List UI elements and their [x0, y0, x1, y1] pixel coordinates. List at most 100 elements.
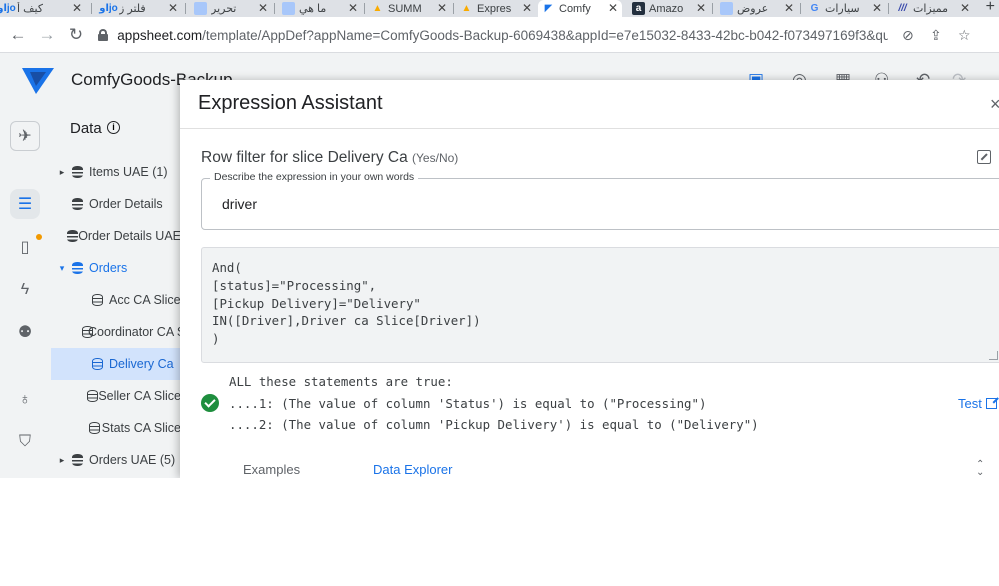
close-icon[interactable]: ✕: [348, 1, 358, 15]
drive-icon: ▲: [372, 3, 383, 14]
close-icon[interactable]: ✕: [72, 1, 82, 15]
lightbulb-icon[interactable]: ♁: [10, 385, 40, 415]
tab-title: فلتر ز: [119, 3, 146, 15]
close-icon[interactable]: ×: [990, 94, 999, 115]
browser-tab-active[interactable]: ◤ Comfy ✕: [538, 0, 622, 17]
describe-expression-input[interactable]: [222, 196, 999, 212]
tab-examples[interactable]: Examples: [243, 462, 300, 477]
star-icon[interactable]: ☆: [958, 27, 971, 44]
slice-item-delivery-ca[interactable]: Delivery Ca: [51, 348, 181, 380]
browser-tab-3[interactable]: تحرير ✕: [190, 0, 272, 17]
slice-icon: [92, 294, 103, 306]
security-shield-icon[interactable]: ⛉: [10, 427, 40, 457]
amazon-icon: a: [632, 2, 645, 15]
tab-title: كيف أ: [17, 3, 44, 15]
browser-tab-8[interactable]: a Amazo ✕: [628, 0, 710, 17]
tab-title: عروض: [737, 3, 769, 15]
data-item-orders[interactable]: ▾ Orders: [51, 252, 181, 284]
data-item-items-uae[interactable]: ▸ Items UAE (1): [51, 156, 181, 188]
slice-item-coordinator-ca[interactable]: Coordinator CA Slice: [51, 316, 181, 348]
reload-icon[interactable]: ↻: [66, 25, 86, 45]
automation-bolt-icon[interactable]: ϟ: [10, 275, 40, 305]
doc-icon: [282, 2, 295, 15]
test-link[interactable]: Test: [958, 396, 997, 411]
close-icon[interactable]: ✕: [258, 1, 268, 15]
data-item-orders-uae[interactable]: ▸ Orders UAE (5): [51, 444, 181, 476]
eye-off-icon[interactable]: ⊘: [902, 27, 914, 44]
collapse-chevrons-icon[interactable]: ⌃ ⌄: [976, 460, 984, 478]
rocket-icon[interactable]: ✈: [10, 121, 40, 151]
slice-item-seller-ca[interactable]: Seller CA Slice: [51, 380, 181, 412]
notification-dot: [36, 234, 42, 240]
slice-item-stats-ca[interactable]: Stats CA Slice: [51, 412, 181, 444]
expression-editor[interactable]: And( [status]="Processing", [Pickup Deli…: [201, 247, 999, 363]
data-item-order-details[interactable]: Order Details: [51, 188, 181, 220]
close-icon[interactable]: ✕: [168, 1, 178, 15]
back-arrow-icon[interactable]: ←: [8, 25, 28, 45]
tab-favicon-icon: اوjo: [99, 3, 118, 14]
tab-title: ما هي: [299, 3, 327, 15]
type-hint: (Yes/No): [412, 151, 459, 165]
slice-item-acc-ca[interactable]: Acc CA Slice: [51, 284, 181, 316]
check-circle-icon: [201, 394, 219, 412]
tab-title: Comfy: [559, 2, 591, 15]
database-icon: [72, 166, 83, 178]
slice-item-label: Seller CA Slice: [98, 389, 181, 403]
result-statement: ....1: (The value of column 'Status') is…: [229, 396, 707, 411]
doc-icon: [194, 2, 207, 15]
close-icon[interactable]: ✕: [960, 1, 970, 15]
bot-icon[interactable]: ⚉: [10, 317, 40, 347]
browser-tab-4[interactable]: ما هي ✕: [278, 0, 362, 17]
url-text: appsheet.com/template/AppDef?appName=Com…: [117, 28, 888, 43]
resize-handle[interactable]: [989, 351, 998, 360]
slice-icon: [88, 422, 100, 434]
caret-down-icon[interactable]: ▾: [57, 263, 67, 274]
expression-code[interactable]: And( [status]="Processing", [Pickup Deli…: [212, 259, 481, 348]
tab-title: سيارات: [825, 3, 860, 15]
test-label: Test: [958, 396, 982, 411]
url-path: /template/AppDef?appName=ComfyGoods-Back…: [202, 27, 888, 43]
forward-arrow-icon[interactable]: →: [37, 25, 57, 45]
browser-tab-2[interactable]: اوjo فلتر ز ✕: [98, 0, 182, 17]
data-panel-title: Data: [70, 120, 102, 137]
data-item-label: Items UAE (1): [89, 165, 168, 179]
row-filter-label: Row filter for slice Delivery Ca (Yes/No…: [201, 149, 458, 167]
browser-toolbar: ← → ↻ appsheet.com/template/AppDef?appNa…: [0, 17, 999, 53]
close-icon[interactable]: ✕: [522, 1, 532, 15]
slice-item-label: Acc CA Slice: [109, 293, 181, 307]
tab-data-explorer[interactable]: Data Explorer: [373, 462, 452, 477]
new-tab-icon[interactable]: +: [986, 0, 995, 16]
url-host: appsheet.com: [117, 27, 203, 43]
close-icon[interactable]: ✕: [872, 1, 882, 15]
info-icon[interactable]: i: [107, 121, 120, 134]
gemini-assist-icon[interactable]: [977, 150, 991, 164]
left-rail: ✈ ☰ ▯ ϟ ⚉ ♁ ⛉: [0, 107, 51, 478]
google-icon: G: [810, 3, 819, 14]
browser-tab-5[interactable]: ▲ SUMM ✕: [367, 0, 451, 17]
data-item-order-details-uae[interactable]: Order Details UAE: [51, 220, 181, 252]
address-bar[interactable]: appsheet.com/template/AppDef?appName=Com…: [98, 23, 888, 47]
browser-tab-9[interactable]: عروض ✕: [716, 0, 798, 17]
database-icon: [66, 230, 79, 242]
close-icon[interactable]: ✕: [784, 1, 794, 15]
database-icon: [72, 262, 83, 274]
tab-strip: اوjo كيف أ ✕ اوjo فلتر ز ✕ تحرير ✕ ما هي…: [0, 0, 999, 17]
browser-tab-11[interactable]: /// مميزات ✕: [892, 0, 974, 17]
row-filter-title: Row filter for slice Delivery Ca: [201, 149, 408, 166]
close-icon[interactable]: ✕: [437, 1, 447, 15]
describe-expression-field[interactable]: Describe the expression in your own word…: [201, 171, 999, 230]
caret-right-icon[interactable]: ▸: [57, 455, 67, 466]
caret-right-icon[interactable]: ▸: [57, 167, 67, 178]
slice-item-label: Stats CA Slice: [101, 421, 181, 435]
browser-tab-6[interactable]: ▲ Expres ✕: [456, 0, 536, 17]
data-table-icon[interactable]: ☰: [10, 189, 40, 219]
close-icon[interactable]: ✕: [696, 1, 706, 15]
browser-tab-1[interactable]: اوjo كيف أ ✕: [0, 0, 86, 17]
share-icon[interactable]: ⇪: [930, 27, 942, 44]
close-icon[interactable]: ✕: [608, 1, 618, 15]
browser-tab-10[interactable]: G سيارات ✕: [804, 0, 886, 17]
tab-title: تحرير: [211, 3, 237, 15]
tab-title: مميزات: [913, 3, 949, 15]
dialog-title: Expression Assistant: [198, 92, 383, 114]
stripes-icon: ///: [898, 3, 907, 14]
